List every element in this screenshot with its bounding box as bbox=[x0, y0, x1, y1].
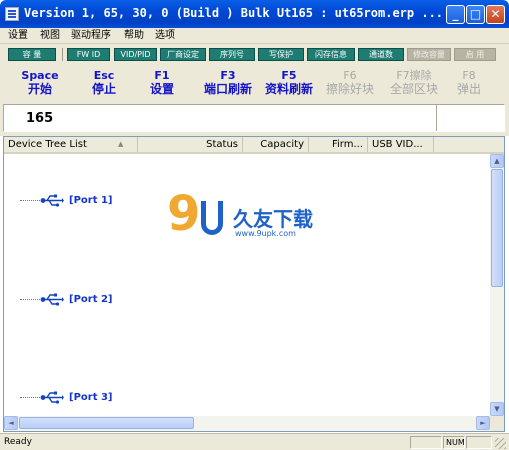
tree-connector bbox=[20, 299, 40, 300]
sort-ascending-icon: ▲ bbox=[118, 140, 124, 148]
usb-icon bbox=[40, 194, 64, 207]
toolbar-separator bbox=[62, 48, 63, 61]
tree-connector bbox=[20, 397, 40, 398]
vendor-settings-button[interactable]: 厂商设定 bbox=[160, 48, 206, 61]
fkey-erase-good-blocks-label: 擦除好块 bbox=[325, 82, 374, 96]
port-node[interactable]: [Port 3] bbox=[20, 391, 140, 405]
menu-bar: 设置 视图 驱动程序 帮助 选项 bbox=[0, 28, 509, 44]
column-header-bar: Device Tree List ▲ Status Capacity Firm.… bbox=[4, 137, 504, 154]
write-protect-button[interactable]: 写保护 bbox=[258, 48, 304, 61]
resize-grip-icon[interactable] bbox=[495, 438, 506, 449]
column-status[interactable]: Status bbox=[138, 137, 243, 152]
fkey-port-refresh-label: 端口刷新 bbox=[203, 82, 252, 96]
minimize-button[interactable]: _ bbox=[446, 5, 465, 24]
column-capacity[interactable]: Capacity bbox=[243, 137, 309, 152]
vertical-scroll-thumb[interactable] bbox=[491, 169, 503, 287]
fkey-erase-all-blocks[interactable]: F7擦除 全部区块 bbox=[382, 69, 446, 96]
column-firmware[interactable]: Firm... bbox=[309, 137, 368, 152]
fkey-eject[interactable]: F8 弹出 bbox=[447, 69, 491, 96]
status-text: Ready bbox=[4, 437, 32, 447]
menu-help[interactable]: 帮助 bbox=[124, 29, 144, 43]
status-pane bbox=[466, 436, 492, 449]
menu-view[interactable]: 视图 bbox=[40, 29, 60, 43]
serial-number-button[interactable]: 序列号 bbox=[209, 48, 255, 61]
fkey-stop-key: Esc bbox=[93, 69, 115, 82]
vid-pid-button[interactable]: VID/PID bbox=[114, 48, 157, 61]
fkey-settings[interactable]: F1 设置 bbox=[138, 69, 186, 96]
horizontal-scrollbar[interactable]: ◄ ► bbox=[4, 416, 490, 431]
capacity-button[interactable]: 容 量 bbox=[8, 48, 56, 61]
flash-info-button[interactable]: 闪存信息 bbox=[307, 48, 355, 61]
title-bar[interactable]: Version 1, 65, 30, 0 (Build ) Bulk Ut165… bbox=[0, 0, 509, 28]
fkey-eject-key: F8 bbox=[462, 69, 476, 82]
scroll-up-button[interactable]: ▲ bbox=[490, 154, 504, 168]
menu-options[interactable]: 选项 bbox=[155, 29, 175, 43]
column-device-tree-list[interactable]: Device Tree List ▲ bbox=[4, 137, 138, 152]
vertical-scrollbar[interactable]: ▲ ▼ bbox=[490, 154, 504, 416]
fkey-erase-good-blocks-key: F6 bbox=[343, 69, 357, 82]
num-lock-indicator: NUM bbox=[443, 436, 465, 449]
fkey-data-refresh-key: F5 bbox=[281, 69, 297, 82]
count-divider bbox=[436, 105, 438, 131]
fkey-erase-good-blocks[interactable]: F6 擦除好块 bbox=[318, 69, 382, 96]
device-list[interactable]: Device Tree List ▲ Status Capacity Firm.… bbox=[3, 136, 505, 432]
fkey-port-refresh-key: F3 bbox=[220, 69, 236, 82]
watermark-nine: 9 bbox=[167, 186, 201, 242]
fkey-start-label: 开始 bbox=[27, 82, 52, 96]
menu-settings[interactable]: 设置 bbox=[8, 29, 28, 43]
column-device-tree-list-label: Device Tree List bbox=[8, 139, 87, 150]
enable-button[interactable]: 启 用 bbox=[454, 48, 496, 61]
usb-icon bbox=[40, 391, 64, 404]
channel-count-button[interactable]: 通道数 bbox=[358, 48, 404, 61]
device-tree: 9 久友下载 www.9upk.com [Port 1] [Port 2] [P… bbox=[4, 154, 490, 416]
fkey-erase-all-blocks-key: F7擦除 bbox=[396, 69, 432, 82]
port-label: [Port 1] bbox=[69, 195, 113, 206]
port-node[interactable]: [Port 1] bbox=[20, 194, 140, 208]
fw-id-button[interactable]: FW ID bbox=[67, 48, 110, 61]
app-icon bbox=[5, 7, 19, 21]
status-bar: Ready NUM bbox=[0, 433, 509, 450]
count-box: 165 bbox=[3, 104, 505, 132]
column-usb-vid[interactable]: USB VID... bbox=[368, 137, 434, 152]
fkey-stop-label: 停止 bbox=[91, 82, 116, 96]
port-label: [Port 3] bbox=[69, 392, 113, 403]
watermark-brand: 久友下载 bbox=[233, 207, 313, 231]
status-pane bbox=[410, 436, 442, 449]
fkey-settings-label: 设置 bbox=[149, 82, 174, 96]
usb-icon bbox=[40, 293, 64, 306]
fkey-settings-key: F1 bbox=[154, 69, 170, 82]
menu-driver[interactable]: 驱动程序 bbox=[71, 29, 111, 43]
close-button[interactable]: ✕ bbox=[486, 5, 505, 24]
toolbar: 容 量 FW ID VID/PID 厂商设定 序列号 写保护 闪存信息 通道数 … bbox=[0, 44, 509, 64]
fkey-start-key: Space bbox=[21, 69, 59, 82]
fkey-erase-all-blocks-label: 全部区块 bbox=[389, 82, 438, 96]
watermark-url: www.9upk.com bbox=[235, 229, 296, 238]
fkey-port-refresh[interactable]: F3 端口刷新 bbox=[196, 69, 260, 96]
port-label: [Port 2] bbox=[69, 294, 113, 305]
count-bar: 165 bbox=[0, 102, 509, 136]
scroll-right-button[interactable]: ► bbox=[476, 416, 490, 430]
watermark-u-icon bbox=[201, 201, 223, 235]
port-node[interactable]: [Port 2] bbox=[20, 293, 140, 307]
window-title: Version 1, 65, 30, 0 (Build ) Bulk Ut165… bbox=[24, 6, 444, 20]
modify-capacity-button[interactable]: 修改容量 bbox=[407, 48, 451, 61]
maximize-button[interactable]: □ bbox=[466, 5, 485, 24]
fkey-data-refresh-label: 资料刷新 bbox=[264, 82, 313, 96]
scroll-down-button[interactable]: ▼ bbox=[490, 402, 504, 416]
watermark-logo: 9 久友下载 www.9upk.com bbox=[159, 189, 359, 259]
horizontal-scroll-thumb[interactable] bbox=[19, 417, 194, 429]
scrollbar-corner bbox=[490, 416, 504, 431]
scroll-left-button[interactable]: ◄ bbox=[4, 416, 18, 430]
fkey-eject-label: 弹出 bbox=[456, 82, 481, 96]
fkey-start[interactable]: Space 开始 bbox=[14, 69, 66, 96]
fkey-stop[interactable]: Esc 停止 bbox=[80, 69, 128, 96]
count-value: 165 bbox=[26, 111, 54, 126]
function-key-bar: Space 开始 Esc 停止 F1 设置 F3 端口刷新 F5 资料刷新 F6… bbox=[0, 64, 509, 102]
tree-connector bbox=[20, 200, 40, 201]
fkey-data-refresh[interactable]: F5 资料刷新 bbox=[257, 69, 321, 96]
